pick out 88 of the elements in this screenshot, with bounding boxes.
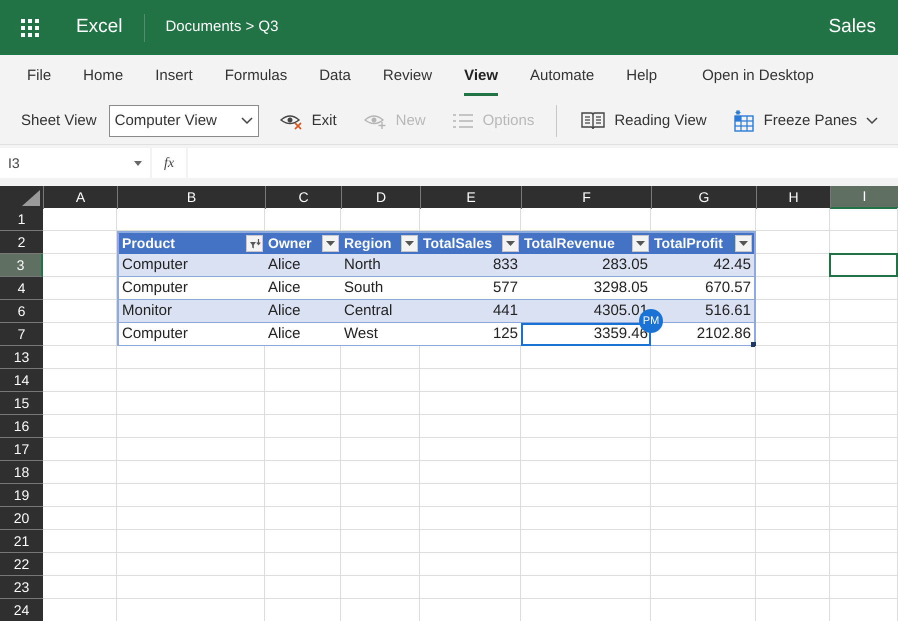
- toolbar-button[interactable]: Exit: [272, 104, 343, 138]
- table-cell: Alice: [265, 300, 341, 323]
- caret-icon: [636, 241, 645, 246]
- row-header[interactable]: 7: [0, 323, 43, 346]
- table-cell: Alice: [265, 254, 341, 277]
- row-header[interactable]: 22: [0, 553, 43, 576]
- table-cell: Monitor: [117, 300, 265, 323]
- ribbon-tab[interactable]: Help: [614, 55, 670, 98]
- column-header-label: TotalRevenue: [524, 234, 615, 253]
- active-cell-outline: [829, 253, 898, 277]
- table-cell: Computer: [117, 323, 265, 346]
- row-header[interactable]: 6: [0, 300, 43, 323]
- row-header[interactable]: 19: [0, 484, 43, 507]
- column-header-label: TotalProfit: [654, 234, 723, 253]
- chevron-down-icon: [866, 117, 878, 125]
- caret-icon: [739, 241, 748, 246]
- chevron-down-icon: [240, 117, 253, 125]
- filter-dropdown-button[interactable]: [735, 235, 752, 252]
- sheet-view-dropdown[interactable]: Computer View: [108, 105, 259, 137]
- resize-handle[interactable]: [751, 342, 756, 347]
- row-header[interactable]: 17: [0, 438, 43, 461]
- column-header-label: Region: [344, 234, 392, 253]
- list-icon: [452, 112, 474, 130]
- table-cell: 283.05: [521, 254, 651, 277]
- ribbon-tab[interactable]: Open in Desktop: [690, 55, 826, 98]
- ribbon-tab[interactable]: Data: [307, 55, 363, 98]
- row-header[interactable]: 18: [0, 461, 43, 484]
- row-header[interactable]: 4: [0, 277, 43, 300]
- caret-icon: [326, 241, 335, 246]
- table-cell: 670.57: [651, 277, 756, 300]
- column-header-label: TotalSales: [423, 234, 492, 253]
- ribbon-tab[interactable]: Review: [370, 55, 444, 98]
- ribbon-tab[interactable]: Automate: [518, 55, 606, 98]
- grid-cell[interactable]: [830, 254, 898, 277]
- column-header-label: Owner: [268, 234, 312, 253]
- row-header[interactable]: 16: [0, 415, 43, 438]
- sheet-view-label: Sheet View: [21, 110, 97, 131]
- toolbar-button[interactable]: Reading View: [575, 104, 713, 138]
- column-header[interactable]: D: [341, 186, 420, 209]
- row-header[interactable]: 15: [0, 392, 43, 415]
- row-header[interactable]: 23: [0, 576, 43, 599]
- column-header[interactable]: B: [117, 186, 265, 209]
- column-header[interactable]: C: [265, 186, 341, 209]
- ribbon-tab[interactable]: Home: [71, 55, 136, 98]
- breadcrumb[interactable]: Documents > Q3: [165, 16, 278, 39]
- filter-dropdown-button[interactable]: [401, 235, 418, 252]
- column-header[interactable]: G: [651, 186, 756, 209]
- name-box[interactable]: I3: [0, 148, 150, 178]
- column-header[interactable]: F: [521, 186, 651, 209]
- column-header-label: Product: [122, 234, 175, 253]
- row-header[interactable]: 13: [0, 346, 43, 369]
- column-header[interactable]: A: [43, 186, 117, 209]
- ribbon-tab[interactable]: Formulas: [212, 55, 300, 98]
- ribbon-tab[interactable]: View: [452, 55, 510, 98]
- filter-dropdown-button[interactable]: [502, 235, 519, 252]
- function-label[interactable]: fx: [152, 148, 186, 178]
- column-header[interactable]: E: [420, 186, 521, 209]
- filter-dropdown-button[interactable]: [322, 235, 339, 252]
- app-name[interactable]: Excel: [76, 13, 122, 42]
- document-title[interactable]: Sales: [828, 13, 876, 42]
- table-cell: 833: [420, 254, 521, 277]
- table-cell: 2102.86: [651, 323, 756, 346]
- caret-icon: [405, 241, 414, 246]
- ribbon-tab[interactable]: File: [15, 55, 64, 98]
- select-all-icon[interactable]: [22, 190, 40, 206]
- row-header[interactable]: 20: [0, 507, 43, 530]
- caret-icon: [134, 160, 142, 166]
- row-header[interactable]: 1: [0, 208, 43, 231]
- filter-dropdown-button[interactable]: [246, 235, 263, 252]
- row-header[interactable]: 21: [0, 530, 43, 553]
- table-cell: Computer: [117, 254, 265, 277]
- table-cell: Central: [341, 300, 420, 323]
- filter-dropdown-button[interactable]: [632, 235, 649, 252]
- row-header[interactable]: 24: [0, 599, 43, 621]
- row-header[interactable]: 14: [0, 369, 43, 392]
- table-cell: 42.45: [651, 254, 756, 277]
- caret-icon: [506, 241, 515, 246]
- freeze-panes-button[interactable]: Freeze Panes: [726, 104, 884, 138]
- ribbon-tab[interactable]: Insert: [143, 55, 205, 98]
- table-cell: Computer: [117, 277, 265, 300]
- filter-icon: [248, 238, 260, 249]
- table-cell: North: [341, 254, 420, 277]
- row-header[interactable]: 3: [0, 254, 43, 277]
- row-header[interactable]: 2: [0, 231, 43, 254]
- book-icon: [581, 111, 606, 131]
- freeze-grid-icon: [732, 110, 755, 132]
- column-header[interactable]: I: [830, 186, 898, 209]
- table-cell: 441: [420, 300, 521, 323]
